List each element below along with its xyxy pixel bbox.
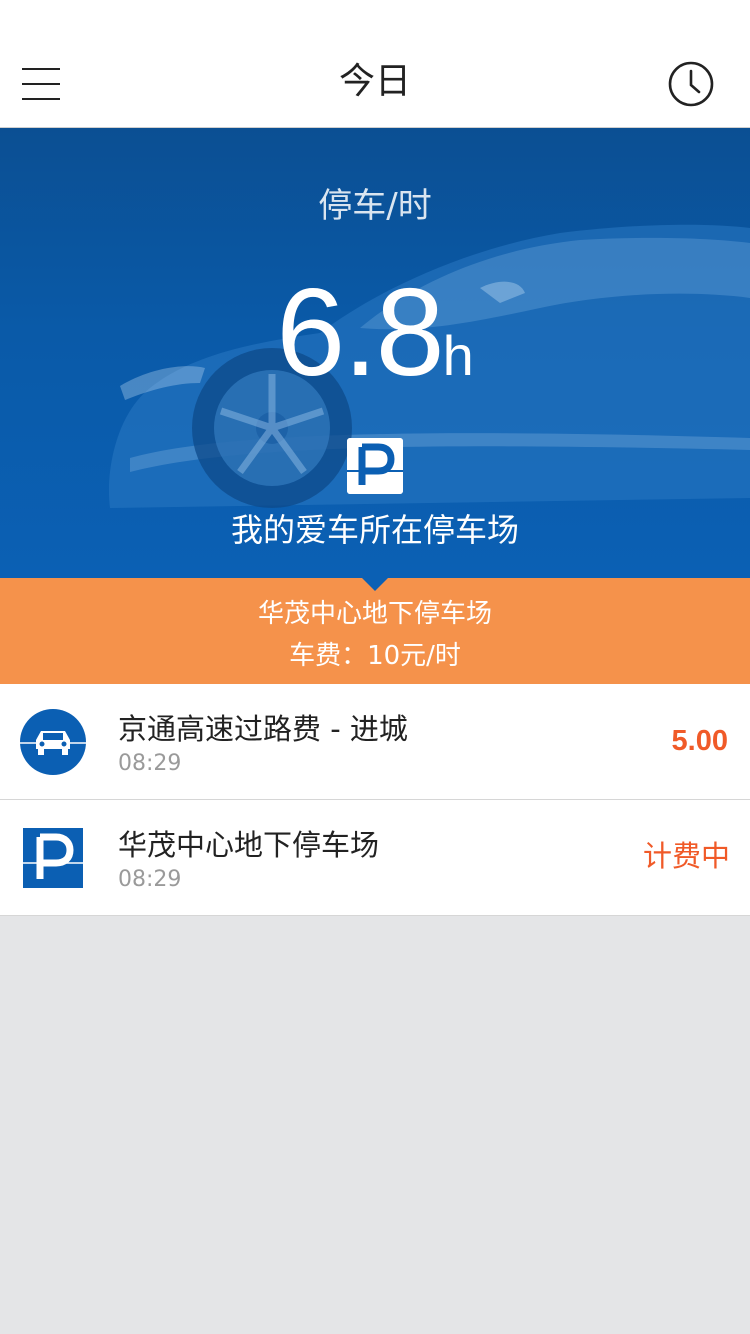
list-item[interactable]: 华茂中心地下停车场 08:29 计费中 — [0, 800, 750, 916]
records-list: 京通高速过路费 - 进城 08:29 5.00 华茂中心地下停车场 08:29 … — [0, 684, 750, 916]
top-nav-bar: 今日 — [0, 0, 750, 128]
list-item[interactable]: 京通高速过路费 - 进城 08:29 5.00 — [0, 684, 750, 800]
record-amount: 5.00 — [671, 725, 728, 757]
record-time: 08:29 — [118, 751, 182, 776]
pointer-notch — [361, 577, 389, 591]
parking-icon — [23, 828, 83, 888]
duration-label: 停车/时 — [318, 186, 432, 226]
parking-caption: 我的爱车所在停车场 — [230, 511, 519, 549]
parking-lot-info-band: 华茂中心地下停车场 车费：10元/时 — [0, 577, 750, 684]
parking-icon — [347, 438, 403, 494]
parking-duration-hero: 停车/时 6.8h 我的爱车所在停车场 — [0, 128, 750, 578]
record-title: 京通高速过路费 - 进城 — [118, 712, 408, 746]
record-title: 华茂中心地下停车场 — [118, 828, 380, 862]
record-status: 计费中 — [642, 839, 730, 873]
car-toll-icon — [20, 709, 86, 775]
duration-number: 6.8 — [276, 264, 444, 402]
clock-icon[interactable] — [668, 61, 714, 107]
duration-value: 6.8h — [0, 268, 750, 435]
page-title: 今日 — [338, 61, 411, 102]
record-time: 08:29 — [118, 867, 182, 892]
lot-name: 华茂中心地下停车场 — [257, 599, 492, 629]
parking-fee: 车费：10元/时 — [289, 641, 461, 671]
duration-unit: h — [442, 324, 474, 387]
